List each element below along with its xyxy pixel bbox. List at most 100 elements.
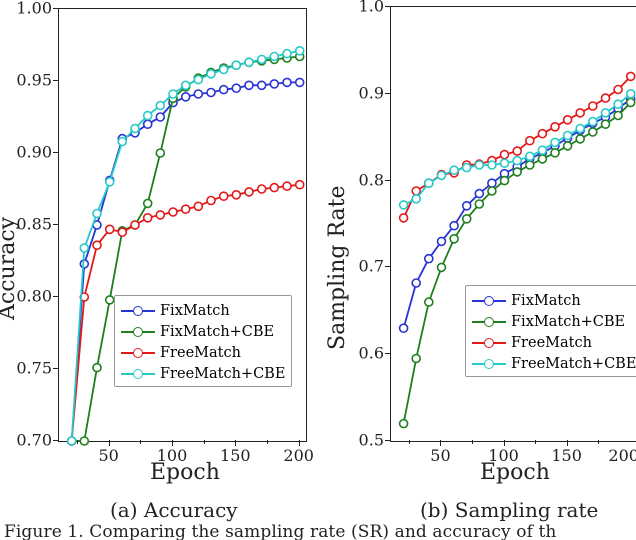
- series-marker: [513, 157, 521, 165]
- series-marker: [283, 50, 291, 58]
- series-marker: [450, 166, 458, 174]
- x-tick-label: 150: [551, 446, 582, 465]
- y-tickmark: [53, 296, 58, 297]
- series-marker: [296, 47, 304, 55]
- series-marker: [412, 355, 420, 363]
- series-marker: [576, 125, 584, 133]
- series-marker: [296, 181, 304, 189]
- series-marker: [400, 420, 408, 428]
- series-marker: [438, 171, 446, 179]
- series-marker: [156, 102, 164, 110]
- series-marker: [270, 80, 278, 88]
- series-marker: [602, 94, 610, 102]
- series-marker: [80, 437, 88, 445]
- series-marker: [232, 61, 240, 69]
- series-marker: [169, 90, 177, 98]
- legend-swatch: [472, 294, 506, 308]
- y-tickmark: [53, 8, 58, 9]
- legend-left: FixMatchFixMatch+CBEFreeMatchFreeMatch+C…: [114, 295, 292, 387]
- series-marker: [463, 215, 471, 223]
- legend-entry: FreeMatch: [472, 332, 636, 353]
- series-marker: [93, 364, 101, 372]
- series-marker: [131, 221, 139, 229]
- series-marker: [207, 70, 215, 78]
- legend-label: FreeMatch: [160, 345, 241, 361]
- series-marker: [245, 58, 253, 66]
- series-marker: [589, 102, 597, 110]
- y-tickmark: [53, 80, 58, 81]
- series-marker: [270, 184, 278, 192]
- series-marker: [258, 185, 266, 193]
- y-tick-label: 0.5: [346, 431, 384, 450]
- series-marker: [526, 137, 534, 145]
- series-marker: [220, 86, 228, 94]
- series-marker: [475, 190, 483, 198]
- series-marker: [438, 263, 446, 271]
- series-marker: [283, 182, 291, 190]
- series-marker: [602, 109, 610, 117]
- y-tick-label: 0.75: [14, 359, 52, 378]
- series-marker: [144, 214, 152, 222]
- series-marker: [207, 89, 215, 97]
- series-marker: [144, 112, 152, 120]
- series-marker: [283, 78, 291, 86]
- series-marker: [194, 76, 202, 84]
- y-tickmark: [385, 180, 390, 181]
- legend-entry: FixMatch: [121, 300, 285, 321]
- series-marker: [501, 151, 509, 159]
- series-marker: [68, 437, 76, 445]
- y-tick-label: 0.80: [14, 287, 52, 306]
- legend-swatch: [121, 346, 155, 360]
- x-tick-label: 200: [608, 446, 636, 465]
- series-marker: [80, 244, 88, 252]
- series-marker: [488, 161, 496, 169]
- y-tickmark: [53, 224, 58, 225]
- series-marker: [614, 112, 622, 120]
- y-tickmark: [53, 440, 58, 441]
- series-marker: [258, 55, 266, 63]
- y-tick-label: 1.0: [346, 0, 384, 16]
- series-marker: [296, 78, 304, 86]
- x-minor-tickmark: [598, 440, 599, 444]
- series-marker: [245, 188, 253, 196]
- series-marker: [425, 255, 433, 263]
- y-tickmark: [385, 93, 390, 94]
- series-marker: [576, 109, 584, 117]
- x-minor-tickmark: [267, 440, 268, 444]
- series-marker: [538, 130, 546, 138]
- series-marker: [220, 66, 228, 74]
- series-marker: [118, 228, 126, 236]
- series-marker: [564, 142, 572, 150]
- series-marker: [220, 192, 228, 200]
- series-marker: [106, 296, 114, 304]
- y-tickmark: [385, 353, 390, 354]
- series-marker: [156, 149, 164, 157]
- series-marker: [513, 168, 521, 176]
- x-minor-tickmark: [535, 440, 536, 444]
- series-marker: [93, 210, 101, 218]
- series-marker: [627, 72, 635, 80]
- y-tickmark: [385, 440, 390, 441]
- legend-label: FreeMatch+CBE: [160, 366, 285, 382]
- series-marker: [488, 179, 496, 187]
- series-marker: [412, 279, 420, 287]
- series-marker: [400, 324, 408, 332]
- series-marker: [450, 222, 458, 230]
- series-marker: [475, 200, 483, 208]
- x-tick-label: 100: [157, 446, 188, 465]
- series-marker: [144, 120, 152, 128]
- y-tickmark: [53, 368, 58, 369]
- series-marker: [589, 128, 597, 136]
- legend-swatch: [472, 357, 506, 371]
- legend-entry: FixMatch+CBE: [472, 311, 636, 332]
- series-marker: [627, 99, 635, 107]
- legend-entry: FreeMatch+CBE: [472, 353, 636, 374]
- series-marker: [551, 149, 559, 157]
- y-tick-label: 0.8: [346, 170, 384, 189]
- series-marker: [118, 138, 126, 146]
- series-marker: [576, 135, 584, 143]
- series-marker: [93, 241, 101, 249]
- series-line: [72, 82, 300, 441]
- series-marker: [169, 208, 177, 216]
- series-marker: [475, 161, 483, 169]
